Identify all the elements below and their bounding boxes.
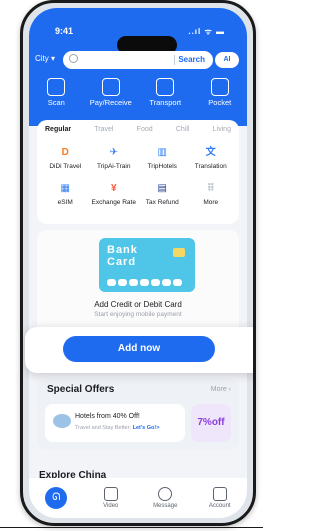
bottom-tab-bar: ᘏ Video Message Account: [29, 478, 247, 518]
service-label: Tax Refund: [145, 199, 179, 206]
transport-button[interactable]: Transport: [141, 78, 189, 116]
service-label: DiDi Travel: [49, 163, 82, 170]
services-card: Regular Travel Food Chill Living D DiDi T…: [37, 120, 239, 224]
service-6[interactable]: ▤ Tax Refund: [138, 182, 187, 206]
service-5[interactable]: ¥ Exchange Rate: [90, 182, 139, 206]
tab-chill[interactable]: Chill: [176, 126, 190, 138]
status-time: 9:41: [55, 26, 74, 36]
bank-subtitle: Start enjoying mobile payment: [94, 311, 182, 318]
pay-receive-button[interactable]: Pay/Receive: [87, 78, 135, 116]
yuan-icon: [101, 78, 120, 96]
service-icon: ▥: [157, 147, 167, 158]
add-now-button[interactable]: Add now: [63, 336, 215, 362]
pocket-button[interactable]: Pocket: [196, 78, 244, 116]
service-4[interactable]: ▦ eSIM: [41, 182, 90, 206]
service-1[interactable]: ✈ TripAi-Train: [90, 146, 139, 170]
app-screen: 9:41 ..ıl ᯤ ▬ City ▾ Search AI Scan Pay/…: [29, 8, 247, 518]
service-icon: ▤: [157, 183, 167, 194]
service-label: eSIM: [57, 199, 73, 206]
scan-button[interactable]: Scan: [32, 78, 80, 116]
status-bar: 9:41 ..ıl ᯤ ▬: [29, 26, 247, 54]
video-icon: [103, 487, 118, 501]
offers-more-link[interactable]: More ›: [211, 386, 231, 393]
card-brand-icons: [107, 279, 182, 286]
tab-food[interactable]: Food: [137, 126, 153, 138]
search-icon: [69, 54, 78, 63]
service-label: More: [203, 199, 219, 206]
special-offers-section: Special Offers More › Hotels from 40% Of…: [37, 378, 239, 450]
service-label: Translation: [194, 163, 227, 170]
service-0[interactable]: D DiDi Travel: [41, 146, 90, 170]
service-7[interactable]: ⠿ More: [187, 182, 236, 206]
search-input[interactable]: Search: [63, 51, 213, 69]
tab-message[interactable]: Message: [145, 487, 185, 509]
bank-title: Add Credit or Debit Card: [94, 300, 182, 309]
discount-offer-card[interactable]: 7%off: [191, 404, 231, 442]
header-hero: 9:41 ..ıl ᯤ ▬ City ▾ Search AI Scan Pay/…: [29, 8, 247, 126]
service-icon: ¥: [110, 183, 117, 194]
hotel-offer-card[interactable]: Hotels from 40% Off! Travel and Stay Bet…: [45, 404, 185, 442]
wallet-icon: [210, 78, 229, 96]
service-label: TripHotels: [147, 163, 177, 170]
hotel-offer-icon: [53, 414, 71, 428]
tab-account[interactable]: Account: [200, 487, 240, 509]
transport-icon: [156, 78, 175, 96]
service-2[interactable]: ▥ TripHotels: [138, 146, 187, 170]
category-tabs: Regular Travel Food Chill Living: [45, 126, 231, 138]
service-label: TripAi-Train: [97, 163, 131, 170]
tab-regular[interactable]: Regular: [45, 126, 71, 138]
add-card-popup: Add now: [25, 327, 253, 373]
bank-card-illustration: Bank Card: [99, 238, 195, 292]
tab-living[interactable]: Living: [213, 126, 231, 138]
phone-frame: 9:41 ..ıl ᯤ ▬ City ▾ Search AI Scan Pay/…: [20, 0, 256, 526]
account-icon: [212, 487, 227, 501]
ai-button[interactable]: AI: [215, 52, 239, 68]
home-icon: ᘏ: [45, 487, 68, 509]
services-grid: D DiDi Travel ✈ TripAi-Train ▥ TripHotels 文 Tra…: [41, 146, 235, 206]
service-icon: D: [61, 147, 69, 158]
service-icon: ⠿: [206, 183, 215, 194]
service-3[interactable]: 文 Translation: [187, 146, 236, 170]
service-icon: ✈: [109, 147, 118, 158]
service-icon: ▦: [60, 183, 70, 194]
service-label: Exchange Rate: [91, 199, 136, 206]
message-icon: [158, 487, 173, 501]
search-row: City ▾ Search AI: [35, 51, 239, 69]
quick-actions: Scan Pay/Receive Transport Pocket: [29, 78, 247, 116]
service-icon: 文: [205, 147, 216, 158]
city-selector[interactable]: City ▾: [35, 54, 55, 63]
tab-travel[interactable]: Travel: [94, 126, 113, 138]
tab-video[interactable]: Video: [91, 487, 131, 509]
search-button[interactable]: Search: [173, 53, 210, 67]
tab-home[interactable]: ᘏ: [36, 487, 76, 509]
scan-icon: [47, 78, 66, 96]
offers-heading: Special Offers: [47, 384, 115, 395]
card-chip-icon: [173, 248, 185, 257]
bottom-divider: [0, 527, 263, 528]
status-icons: ..ıl ᯤ ▬: [188, 27, 225, 36]
